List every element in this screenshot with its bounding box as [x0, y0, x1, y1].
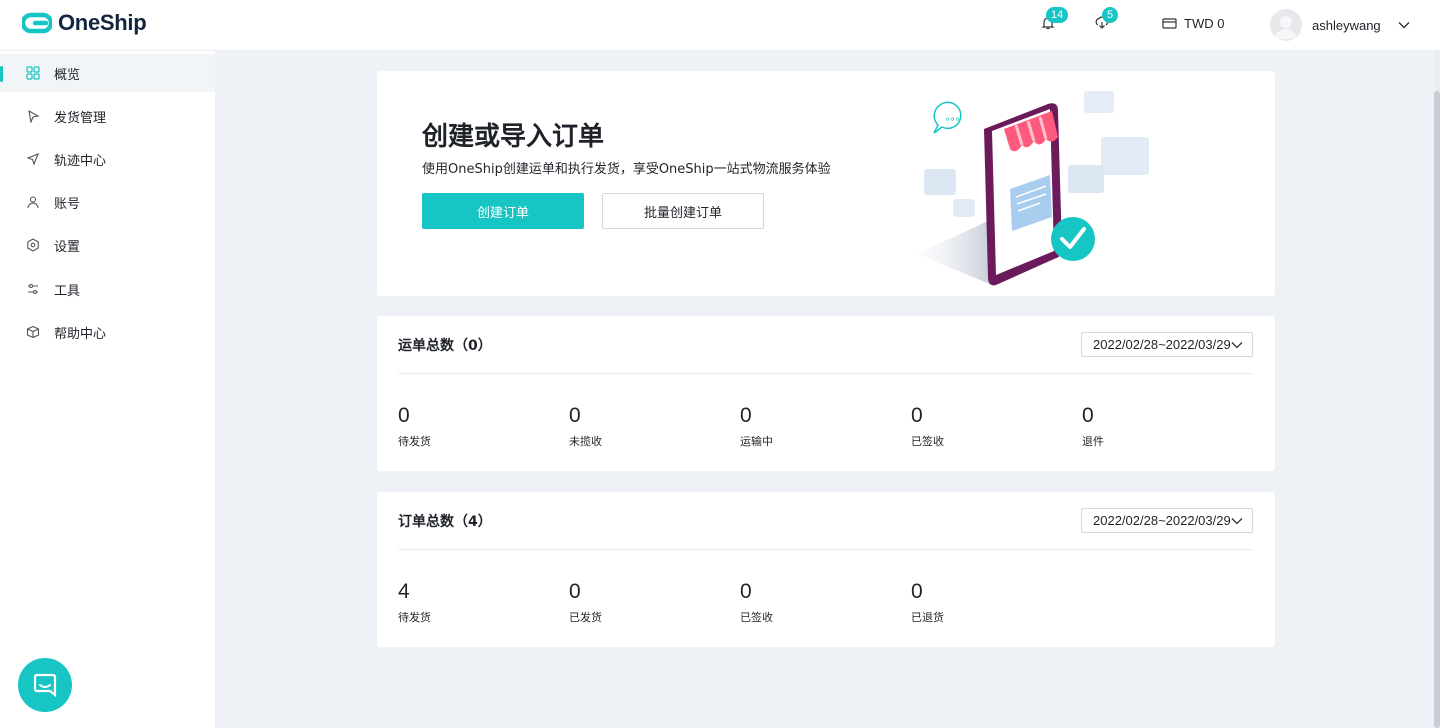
svg-text:°°°: °°°	[945, 117, 960, 128]
bulk-create-order-button[interactable]: 批量创建订单	[602, 193, 764, 229]
stat-label: 未揽收	[569, 435, 602, 448]
order-stats-card: 订单总数（4） 2022/02/28~2022/03/29 4 待发货 0 已发…	[377, 492, 1275, 647]
stat-value: 0	[911, 404, 923, 427]
downloads-button[interactable]: 5	[1094, 7, 1119, 33]
page-scrollbar[interactable]	[1434, 51, 1440, 728]
oneship-logo-icon	[22, 12, 52, 34]
stat-value: 0	[569, 404, 581, 427]
stat-not-collected[interactable]: 0 未揽收	[569, 404, 729, 449]
stat-in-transit[interactable]: 0 运输中	[740, 404, 900, 449]
stat-label: 待发货	[398, 611, 431, 624]
shipment-date-range-select[interactable]: 2022/02/28~2022/03/29	[1081, 332, 1253, 357]
shipment-stats-card: 运单总数（0） 2022/02/28~2022/03/29 0 待发货 0 未揽…	[377, 316, 1275, 471]
create-order-card: 创建或导入订单 使用OneShip创建运单和执行发货，享受OneShip一站式物…	[377, 71, 1275, 296]
card-divider	[398, 373, 1253, 374]
wallet-icon	[1162, 18, 1177, 29]
date-range-value: 2022/02/28~2022/03/29	[1093, 337, 1231, 352]
sidebar-item-label: 账号	[54, 196, 81, 212]
oneship-logo[interactable]: OneShip	[22, 10, 147, 36]
date-range-value: 2022/02/28~2022/03/29	[1093, 513, 1231, 528]
stat-value: 0	[740, 580, 752, 603]
chat-widget-button[interactable]	[18, 658, 72, 712]
stat-pending-shipment[interactable]: 0 待发货	[398, 404, 558, 449]
logo-text: OneShip	[58, 10, 147, 35]
sidebar-item-account[interactable]: 账号	[0, 183, 215, 221]
wallet-label: TWD 0	[1184, 16, 1225, 31]
stat-label: 已退货	[911, 611, 944, 624]
sidebar-item-label: 发货管理	[54, 110, 107, 126]
notifications-badge: 14	[1046, 7, 1069, 23]
user-menu[interactable]: ashleywang	[1270, 9, 1411, 41]
user-avatar-icon	[1275, 16, 1297, 39]
notifications-button[interactable]: 14	[1040, 7, 1069, 33]
hero-subtitle: 使用OneShip创建运单和执行发货，享受OneShip一站式物流服务体验	[422, 162, 831, 177]
stat-label: 运输中	[740, 435, 773, 448]
stat-returned[interactable]: 0 退件	[1082, 404, 1242, 449]
stat-orders-pending[interactable]: 4 待发货	[398, 580, 558, 625]
sidebar-item-label: 工具	[54, 283, 81, 299]
sidebar-item-label: 概览	[54, 67, 81, 83]
chevron-down-icon	[1231, 518, 1243, 525]
stat-label: 已发货	[569, 611, 602, 624]
settings-icon	[25, 237, 41, 253]
stat-label: 待发货	[398, 435, 431, 448]
stat-orders-shipped[interactable]: 0 已发货	[569, 580, 729, 625]
avatar	[1270, 9, 1302, 41]
tools-icon	[25, 281, 41, 297]
stat-value: 0	[1082, 404, 1094, 427]
user-icon	[25, 194, 41, 210]
top-header: OneShip 14 5 TWD 0 ashleywang	[0, 0, 1440, 51]
order-date-range-select[interactable]: 2022/02/28~2022/03/29	[1081, 508, 1253, 533]
stat-orders-returned[interactable]: 0 已退货	[911, 580, 1071, 625]
stat-value: 0	[569, 580, 581, 603]
stat-value: 0	[398, 404, 410, 427]
stat-label: 退件	[1082, 435, 1104, 448]
stat-value: 0	[740, 404, 752, 427]
hero-title: 创建或导入订单	[422, 122, 605, 152]
stat-label: 已签收	[911, 435, 944, 448]
navigation-arrow-icon	[25, 151, 41, 167]
sidebar: 概览 发货管理 轨迹中心 账号 设置 工具 帮助中心	[0, 51, 215, 728]
sidebar-item-tools[interactable]: 工具	[0, 270, 215, 308]
shipment-total-title: 运单总数（0）	[398, 338, 492, 354]
chat-icon	[33, 673, 57, 698]
stat-value: 0	[911, 580, 923, 603]
order-illustration: °°°	[917, 91, 1149, 286]
sidebar-item-shipping[interactable]: 发货管理	[0, 97, 215, 135]
sidebar-item-label: 设置	[54, 239, 81, 255]
card-divider	[398, 549, 1253, 550]
stat-value: 4	[398, 580, 410, 603]
stat-orders-delivered[interactable]: 0 已签收	[740, 580, 900, 625]
sidebar-item-overview[interactable]: 概览	[0, 54, 215, 92]
sidebar-item-tracking[interactable]: 轨迹中心	[0, 140, 215, 178]
sidebar-item-label: 轨迹中心	[54, 153, 107, 169]
downloads-badge: 5	[1102, 7, 1119, 23]
username: ashleywang	[1312, 17, 1381, 33]
box-icon	[25, 324, 41, 340]
sidebar-item-label: 帮助中心	[54, 326, 107, 342]
chevron-down-icon	[1398, 22, 1410, 29]
stat-label: 已签收	[740, 611, 773, 624]
stat-delivered[interactable]: 0 已签收	[911, 404, 1071, 449]
shipping-icon	[25, 108, 41, 124]
chevron-down-icon	[1231, 342, 1243, 349]
sidebar-item-help[interactable]: 帮助中心	[0, 313, 215, 351]
sidebar-item-settings[interactable]: 设置	[0, 226, 215, 264]
order-total-title: 订单总数（4）	[398, 514, 492, 530]
create-order-button[interactable]: 创建订单	[422, 193, 584, 229]
wallet-balance[interactable]: TWD 0	[1162, 16, 1224, 31]
overview-grid-icon	[25, 65, 41, 81]
